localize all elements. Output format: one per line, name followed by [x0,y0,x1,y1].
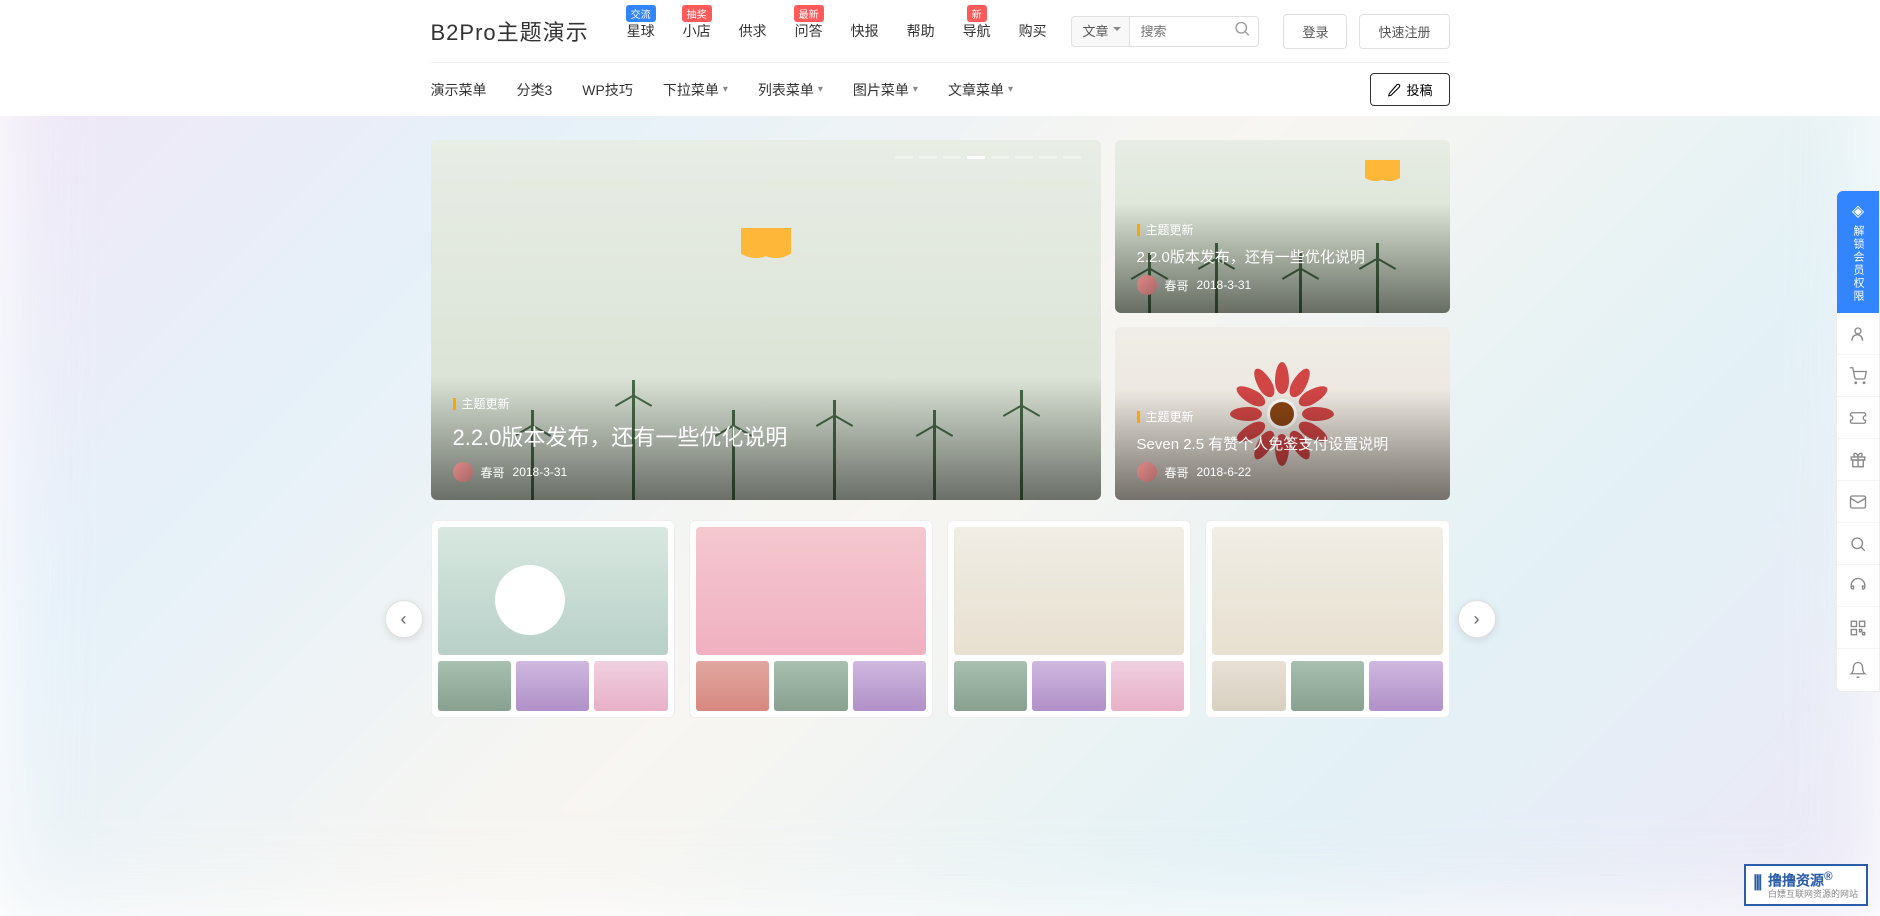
nav-item[interactable]: 导航新 [963,21,991,41]
mail-icon[interactable] [1837,481,1879,523]
side-card-title: Seven 2.5 有赞个人免签支付设置说明 [1137,433,1428,454]
diamond-icon: ◈ [1843,201,1873,221]
ticket-icon[interactable] [1837,397,1879,439]
category-tag[interactable]: 主题更新 [453,395,510,412]
nav-item[interactable]: 帮助 [907,21,935,41]
post-button[interactable]: 投稿 [1370,73,1449,106]
nav-item[interactable]: 小店抽奖 [683,21,711,41]
carousel-next-button[interactable]: › [1458,600,1496,638]
hero-main-slide[interactable]: 主题更新 2.2.0版本发布，还有一些优化说明 春哥 2018-3-31 [431,140,1101,500]
carousel-prev-button[interactable]: ‹ [385,600,423,638]
subnav-item[interactable]: 图片菜单▾ [853,80,918,100]
subnav-item[interactable]: 文章菜单▾ [948,80,1013,100]
side-card[interactable]: 主题更新 Seven 2.5 有赞个人免签支付设置说明 春哥2018-6-22 [1115,327,1450,500]
headset-icon[interactable] [1837,565,1879,607]
avatar[interactable] [1137,275,1157,295]
qrcode-icon[interactable] [1837,607,1879,649]
bell-icon[interactable] [1837,649,1879,691]
search-icon[interactable] [1233,20,1251,43]
search-category-select[interactable]: 文章 [1071,16,1129,47]
avatar[interactable] [1137,462,1157,482]
nav-item[interactable]: 供求 [739,21,767,41]
carousel-card[interactable] [1205,520,1449,718]
subnav-item[interactable]: 下拉菜单▾ [663,80,728,100]
chevron-down-icon: ▾ [818,84,823,95]
watermark-logo-icon: ⫴ [1754,873,1762,896]
user-icon[interactable] [1837,313,1879,355]
carousel-card[interactable] [431,520,675,718]
watermark-badge: ⫴ 撸撸资源® 白嫖互联网资源的网站 [1744,864,1868,906]
search-icon[interactable] [1837,523,1879,565]
nav-badge: 抽奖 [682,5,712,22]
chevron-down-icon: ▾ [913,84,918,95]
gift-icon[interactable] [1837,439,1879,481]
subnav-item[interactable]: 列表菜单▾ [758,80,823,100]
nav-badge: 最新 [794,5,824,22]
carousel-card[interactable] [689,520,933,718]
nav-badge: 交流 [626,5,656,22]
site-logo[interactable]: B2Pro主题演示 [431,15,589,47]
login-button[interactable]: 登录 [1283,14,1347,49]
post-date: 2018-3-31 [513,465,568,479]
nav-item[interactable]: 快报 [851,21,879,41]
vip-unlock-button[interactable]: ◈ 解锁会员权限 [1837,191,1879,313]
subnav-item[interactable]: 演示菜单 [431,80,487,100]
hero-title: 2.2.0版本发布，还有一些优化说明 [453,420,1079,452]
subnav-item[interactable]: 分类3 [517,80,553,100]
cart-icon[interactable] [1837,355,1879,397]
avatar[interactable] [453,462,473,482]
nav-item[interactable]: 星球交流 [627,21,655,41]
carousel-card[interactable] [947,520,1191,718]
register-button[interactable]: 快速注册 [1359,14,1449,49]
chevron-down-icon: ▾ [723,84,728,95]
nav-item[interactable]: 问答最新 [795,21,823,41]
nav-item[interactable]: 购买 [1019,21,1047,41]
nav-badge: 新 [967,5,987,22]
subnav-item[interactable]: WP技巧 [582,80,633,100]
side-card[interactable]: 主题更新 2.2.0版本发布，还有一些优化说明 春哥2018-3-31 [1115,140,1450,313]
side-card-title: 2.2.0版本发布，还有一些优化说明 [1137,246,1428,267]
slider-pagination[interactable] [895,156,1081,159]
author-name[interactable]: 春哥 [481,464,505,481]
chevron-down-icon: ▾ [1008,84,1013,95]
